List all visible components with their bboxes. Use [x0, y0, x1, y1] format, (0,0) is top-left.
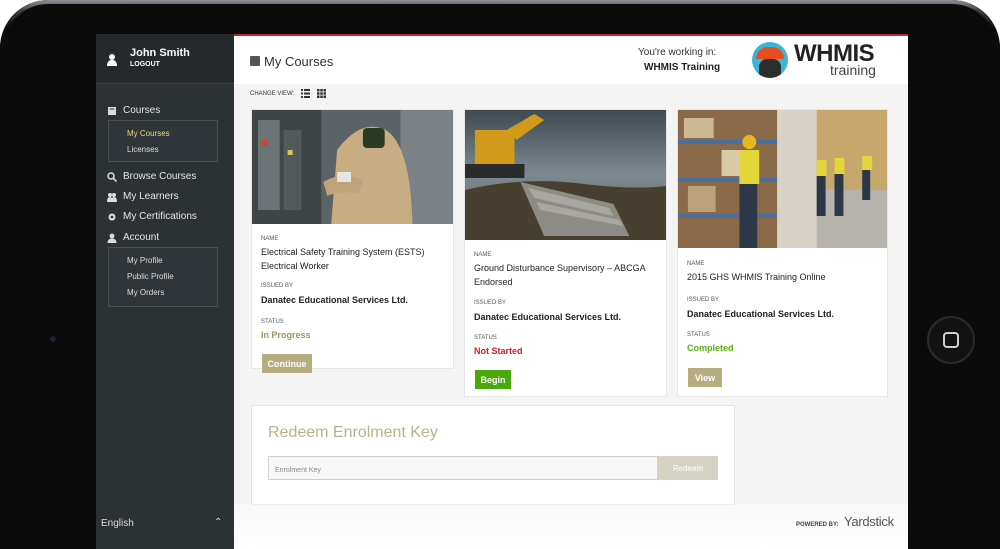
- sidebar-item-licenses[interactable]: Licenses: [127, 145, 159, 154]
- course-card: NAME Electrical Safety Training System (…: [251, 109, 454, 373]
- redeem-panel: Redeem Enrolment Key Enrolment Key Redee…: [251, 405, 735, 505]
- redeem-button[interactable]: Redeem: [658, 456, 718, 480]
- course-issuer: Danatec Educational Services Ltd.: [474, 312, 622, 322]
- language-selector[interactable]: English: [101, 518, 134, 529]
- status-label: STATUS: [474, 335, 497, 341]
- yardstick-logo: Yardstick: [844, 514, 894, 529]
- users-icon: [107, 192, 117, 202]
- sidebar-item-public-profile[interactable]: Public Profile: [127, 272, 174, 281]
- search-icon: [107, 171, 117, 182]
- course-name: Ground Disturbance Supervisory – ABCGA E…: [474, 263, 646, 287]
- user-icon: [107, 54, 117, 66]
- home-button[interactable]: [927, 316, 975, 364]
- nav-account-label: Account: [123, 232, 160, 243]
- top-header: My Courses You're working in: WHMIS Trai…: [234, 34, 908, 84]
- nav-my-learners[interactable]: My Learners: [107, 191, 179, 202]
- sidebar-item-my-courses[interactable]: My Courses: [127, 129, 170, 138]
- course-name: 2015 GHS WHMIS Training Online: [687, 272, 826, 282]
- begin-button[interactable]: Begin: [475, 370, 511, 389]
- course-issuer: Danatec Educational Services Ltd.: [261, 295, 409, 305]
- issued-by-label: ISSUED BY: [474, 300, 507, 306]
- course-image-electrical: [252, 110, 453, 224]
- chevron-up-icon[interactable]: ⌃: [214, 517, 222, 528]
- logo-subtitle: training: [830, 62, 876, 78]
- nav-account[interactable]: Account: [107, 232, 159, 243]
- issued-by-label: ISSUED BY: [687, 297, 720, 303]
- nav-browse-label: Browse Courses: [123, 171, 197, 182]
- home-square-icon: [943, 332, 959, 348]
- name-label: NAME: [687, 261, 705, 267]
- status-label: STATUS: [687, 332, 710, 338]
- camera-icon: [50, 336, 56, 342]
- nav-certifications-label: My Certifications: [123, 211, 197, 222]
- issued-by-label: ISSUED BY: [261, 283, 294, 289]
- list-view-icon[interactable]: [301, 89, 310, 98]
- change-view-label: CHANGE VIEW:: [250, 91, 295, 97]
- whmis-logo: WHMIS training: [748, 38, 900, 84]
- logout-link[interactable]: LOGOUT: [130, 61, 160, 68]
- working-in-label: You're working in:: [638, 47, 717, 58]
- user-name: John Smith: [130, 47, 190, 59]
- course-card: NAME Ground Disturbance Supervisory – AB…: [464, 109, 667, 397]
- name-label: NAME: [474, 252, 492, 258]
- course-image-warehouse: [678, 110, 887, 248]
- enrolment-key-input[interactable]: Enrolment Key: [268, 456, 658, 480]
- user-bar: John Smith LOGOUT: [96, 34, 234, 84]
- view-button[interactable]: View: [688, 368, 722, 387]
- name-label: NAME: [261, 236, 279, 242]
- nav-learners-label: My Learners: [123, 191, 179, 202]
- book-icon: [250, 56, 260, 66]
- course-status: Not Started: [474, 346, 523, 356]
- course-issuer: Danatec Educational Services Ltd.: [687, 309, 835, 319]
- nav-my-certifications[interactable]: My Certifications: [107, 211, 197, 222]
- status-label: STATUS: [261, 319, 284, 325]
- nav-browse-courses[interactable]: Browse Courses: [107, 171, 196, 182]
- course-image-excavator: [465, 110, 666, 240]
- powered-by-label: POWERED BY:: [796, 522, 839, 528]
- sidebar-item-my-profile[interactable]: My Profile: [127, 256, 163, 265]
- page-title: My Courses: [264, 54, 334, 69]
- nav-courses-label: Courses: [123, 105, 161, 116]
- nav-courses[interactable]: Courses: [107, 105, 160, 116]
- sidebar-item-my-orders[interactable]: My Orders: [127, 288, 164, 297]
- courses-submenu: [108, 120, 218, 162]
- course-card: NAME 2015 GHS WHMIS Training Online ISSU…: [677, 109, 888, 397]
- course-status: Completed: [687, 343, 734, 353]
- course-name: Electrical Safety Training System (ESTS)…: [261, 247, 425, 271]
- book-icon: [108, 106, 116, 115]
- course-status: In Progress: [261, 330, 311, 340]
- gear-icon: [108, 213, 116, 220]
- continue-button[interactable]: Continue: [262, 354, 312, 373]
- working-in-org: WHMIS Training: [644, 62, 721, 73]
- user-icon: [107, 233, 117, 243]
- tablet-bezel: John Smith LOGOUT Courses My Courses Lic…: [0, 0, 1000, 549]
- grid-view-icon[interactable]: [317, 89, 326, 98]
- sidebar: John Smith LOGOUT Courses My Courses Lic…: [96, 34, 234, 549]
- worker-logo-icon: [752, 42, 788, 78]
- redeem-title: Redeem Enrolment Key: [268, 424, 438, 441]
- app-screen: John Smith LOGOUT Courses My Courses Lic…: [96, 34, 908, 549]
